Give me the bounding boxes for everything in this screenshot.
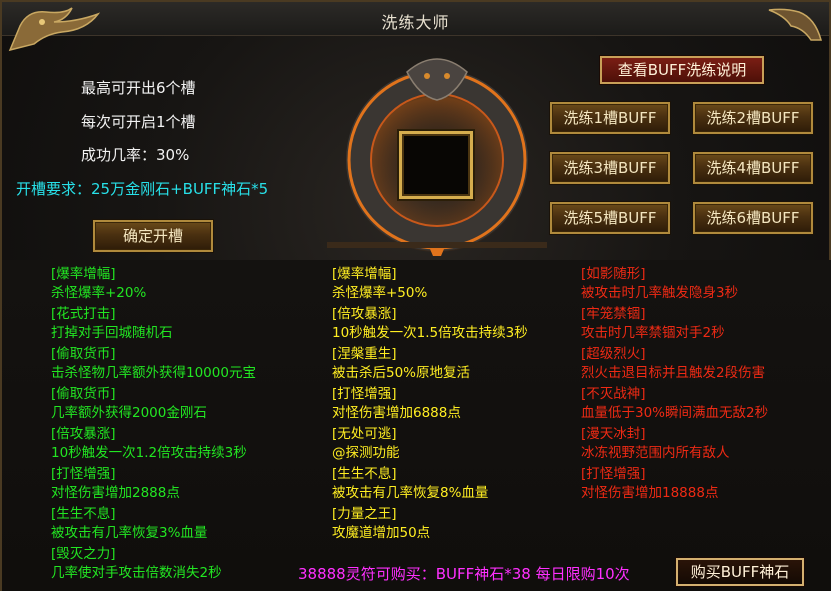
open-requirement-text: 开槽要求：25万金刚石+BUFF神石*5	[16, 180, 269, 198]
title-bar: 洗练大师	[2, 2, 829, 52]
promo-text: 38888灵符可购买：BUFF神石*38 每日限购10次	[298, 565, 630, 583]
buff-entry: [超级烈火] 烈火击退目标并且触发2段伤害	[581, 345, 831, 385]
buff-name: [超级烈火]	[581, 346, 646, 362]
window-title: 洗练大师	[381, 13, 450, 32]
buff-desc: 冰冻视野范围内所有敌人	[581, 445, 730, 461]
buff-entry: [漫天冰封] 冰冻视野范围内所有敌人	[581, 425, 831, 465]
buff-name: [偷取货币]	[51, 386, 116, 402]
buff-entry: [牢笼禁锢] 攻击时几率禁锢对手2秒	[581, 305, 831, 345]
buff-entry: [打怪增强] 对怪伤害增加18888点	[581, 465, 831, 505]
buff-name: [爆率增幅]	[332, 266, 397, 282]
buff-name: [牢笼禁锢]	[581, 306, 646, 322]
buff-desc: 几率使对手攻击倍数消失2秒	[51, 565, 222, 581]
buff-desc: 打掉对手回城随机石	[51, 325, 173, 341]
buff-entry: [无处可逃] @探测功能	[332, 425, 592, 465]
buff-desc: 血量低于30%瞬间满血无敌2秒	[581, 405, 769, 421]
buff-name: [打怪增强]	[581, 466, 646, 482]
per-open-text: 每次可开启1个槽	[81, 113, 196, 131]
buff-entry: [如影随形] 被攻击时几率触发隐身3秒	[581, 265, 831, 305]
buff-entry: [毁灭之力] 几率使对手攻击倍数消失2秒	[51, 545, 311, 585]
refine-slot-4-button[interactable]: 洗练4槽BUFF	[693, 152, 813, 184]
refine-slot-3-button[interactable]: 洗练3槽BUFF	[550, 152, 670, 184]
buff-name: [倍攻暴涨]	[51, 426, 116, 442]
buff-name: [如影随形]	[581, 266, 646, 282]
buff-name: [倍攻暴涨]	[332, 306, 397, 322]
buff-entry: [力量之王] 攻魔道增加50点	[332, 505, 592, 545]
buff-name: [不灭战神]	[581, 386, 646, 402]
buff-entry: [倍攻暴涨] 10秒触发一次1.5倍攻击持续3秒	[332, 305, 592, 345]
buff-entry: [打怪增强] 对怪伤害增加2888点	[51, 465, 311, 505]
refine-slot-1-button[interactable]: 洗练1槽BUFF	[550, 102, 670, 134]
buff-desc: 几率额外获得2000金刚石	[51, 405, 207, 421]
refine-slot-2-button[interactable]: 洗练2槽BUFF	[693, 102, 813, 134]
buy-buff-stone-button[interactable]: 购买BUFF神石	[676, 558, 804, 586]
dragon-ornament-icon	[768, 8, 822, 41]
buff-entry: [花式打击] 打掉对手回城随机石	[51, 305, 311, 345]
buff-name: [偷取货币]	[51, 346, 116, 362]
buff-name: [无处可逃]	[332, 426, 397, 442]
refine-slot-5-button[interactable]: 洗练5槽BUFF	[550, 202, 670, 234]
buff-desc: 杀怪爆率+50%	[332, 285, 428, 301]
buff-desc: 击杀怪物几率额外获得10000元宝	[51, 365, 256, 381]
buff-name: [力量之王]	[332, 506, 397, 522]
buff-entry: [涅槃重生] 被击杀后50%原地复活	[332, 345, 592, 385]
buff-desc: 10秒触发一次1.2倍攻击持续3秒	[51, 445, 247, 461]
buff-entry: [生生不息] 被攻击有几率恢复3%血量	[51, 505, 311, 545]
buff-desc: 杀怪爆率+20%	[51, 285, 147, 301]
buff-name: [涅槃重生]	[332, 346, 397, 362]
buff-entry: [生生不息] 被攻击有几率恢复8%血量	[332, 465, 592, 505]
red-buff-list: [如影随形] 被攻击时几率触发隐身3秒 [牢笼禁锢] 攻击时几率禁锢对手2秒 [超级…	[581, 265, 831, 505]
buff-desc: 10秒触发一次1.5倍攻击持续3秒	[332, 325, 528, 341]
buff-entry: [爆率增幅] 杀怪爆率+20%	[51, 265, 311, 305]
buff-name: [生生不息]	[332, 466, 397, 482]
buff-desc: 被击杀后50%原地复活	[332, 365, 471, 381]
buff-desc: 对怪伤害增加18888点	[581, 485, 719, 501]
buff-desc: 攻击时几率禁锢对手2秒	[581, 325, 725, 341]
buff-name: [爆率增幅]	[51, 266, 116, 282]
buff-desc: 被攻击有几率恢复8%血量	[332, 485, 489, 501]
buff-entry: [偷取货币] 击杀怪物几率额外获得10000元宝	[51, 345, 311, 385]
buff-desc: 烈火击退目标并且触发2段伤害	[581, 365, 766, 381]
buff-desc: 攻魔道增加50点	[332, 525, 431, 541]
buff-desc: @探测功能	[332, 445, 400, 461]
yellow-buff-list: [爆率增幅] 杀怪爆率+50% [倍攻暴涨] 10秒触发一次1.5倍攻击持续3秒 […	[332, 265, 592, 545]
buff-desc: 对怪伤害增加6888点	[332, 405, 461, 421]
buff-entry: [偷取货币] 几率额外获得2000金刚石	[51, 385, 311, 425]
refine-slot-6-button[interactable]: 洗练6槽BUFF	[693, 202, 813, 234]
buff-slot[interactable]	[399, 131, 473, 199]
buff-desc: 被攻击时几率触发隐身3秒	[581, 285, 739, 301]
buff-desc: 被攻击有几率恢复3%血量	[51, 525, 208, 541]
buff-entry: [打怪增强] 对怪伤害增加6888点	[332, 385, 592, 425]
buff-entry: [爆率增幅] 杀怪爆率+50%	[332, 265, 592, 305]
buff-name: [毁灭之力]	[51, 546, 116, 562]
buff-name: [打怪增强]	[51, 466, 116, 482]
buff-desc: 对怪伤害增加2888点	[51, 485, 180, 501]
max-slots-text: 最高可开出6个槽	[81, 79, 196, 97]
buff-name: [生生不息]	[51, 506, 116, 522]
view-buff-explain-button[interactable]: 查看BUFF洗练说明	[600, 56, 764, 84]
buff-entry: [倍攻暴涨] 10秒触发一次1.2倍攻击持续3秒	[51, 425, 311, 465]
success-rate-text: 成功几率：30%	[81, 146, 190, 164]
green-buff-list: [爆率增幅] 杀怪爆率+20% [花式打击] 打掉对手回城随机石 [偷取货币] 击杀怪…	[51, 265, 311, 585]
refine-master-window: 洗练大师 最高可开出6个槽 每次可开启1个槽 成功几率：30% 开槽要求：25万…	[0, 0, 831, 591]
confirm-open-button[interactable]: 确定开槽	[93, 220, 213, 252]
buff-name: [打怪增强]	[332, 386, 397, 402]
buff-entry: [不灭战神] 血量低于30%瞬间满血无敌2秒	[581, 385, 831, 425]
buff-name: [漫天冰封]	[581, 426, 646, 442]
buff-name: [花式打击]	[51, 306, 116, 322]
